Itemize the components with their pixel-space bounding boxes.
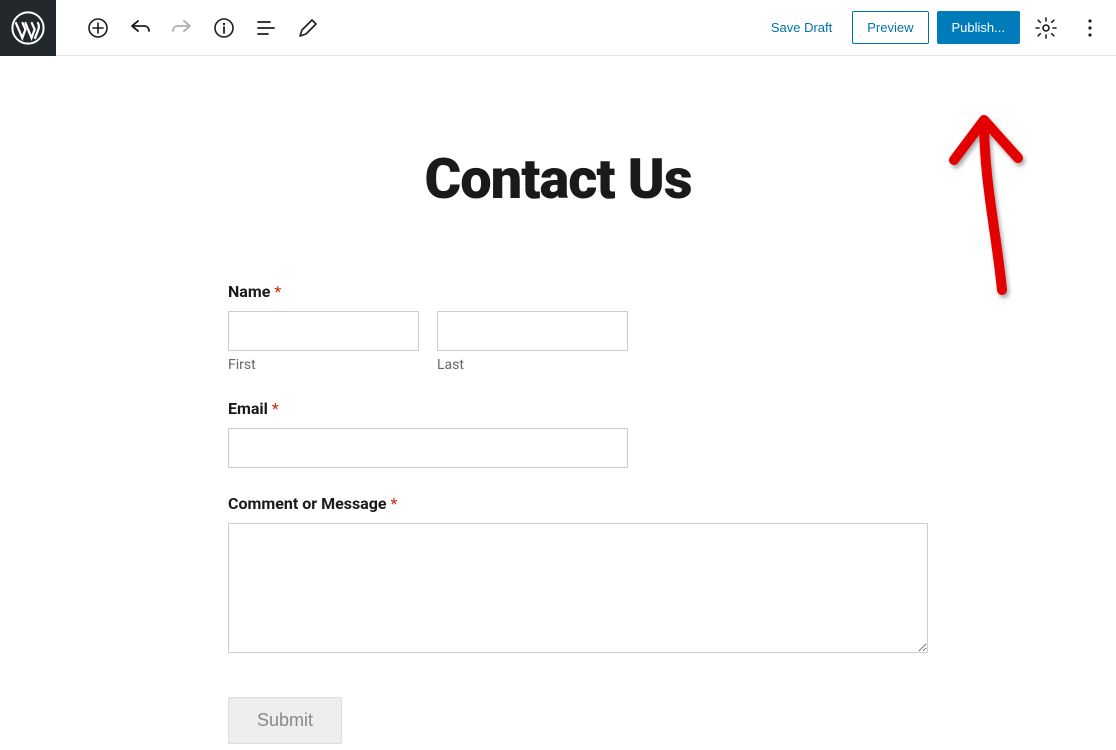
submit-button[interactable]: Submit [228,697,342,744]
email-input[interactable] [228,428,628,468]
undo-button[interactable] [122,10,158,46]
settings-button[interactable] [1028,10,1064,46]
email-label-text: Email [228,399,268,418]
required-mark: * [272,399,279,418]
more-vertical-icon [1078,16,1102,40]
info-icon [212,16,236,40]
name-field-group: Name * First Last [228,282,908,373]
outline-button[interactable] [248,10,284,46]
first-sublabel: First [228,357,419,373]
toolbar-left-group [56,10,759,46]
message-label: Comment or Message * [228,494,908,513]
save-draft-button[interactable]: Save Draft [759,12,844,43]
name-label-text: Name [228,282,270,301]
toolbar-right-group: Save Draft Preview Publish... [759,10,1116,46]
add-block-button[interactable] [80,10,116,46]
edit-button[interactable] [290,10,326,46]
last-sublabel: Last [437,357,628,373]
preview-button[interactable]: Preview [852,11,928,44]
publish-button[interactable]: Publish... [937,11,1020,44]
email-field-group: Email * [228,399,908,468]
first-name-input[interactable] [228,311,419,351]
more-options-button[interactable] [1072,10,1108,46]
list-icon [254,16,278,40]
gear-icon [1034,16,1058,40]
page-title[interactable]: Contact Us [0,146,1116,212]
last-name-input[interactable] [437,311,628,351]
wordpress-logo[interactable] [0,0,56,56]
required-mark: * [391,494,398,513]
required-mark: * [274,282,281,301]
email-label: Email * [228,399,908,418]
message-textarea[interactable] [228,523,928,653]
info-button[interactable] [206,10,242,46]
message-label-text: Comment or Message [228,494,387,513]
redo-icon [170,16,194,40]
redo-button[interactable] [164,10,200,46]
pencil-icon [296,16,320,40]
name-label: Name * [228,282,908,301]
editor-toolbar: Save Draft Preview Publish... [0,0,1116,56]
message-field-group: Comment or Message * [228,494,908,657]
contact-form: Name * First Last Email * [208,282,908,744]
plus-circle-icon [86,16,110,40]
undo-icon [128,16,152,40]
wordpress-icon [11,11,45,45]
editor-canvas: Contact Us Name * First Last Email [0,56,1116,750]
